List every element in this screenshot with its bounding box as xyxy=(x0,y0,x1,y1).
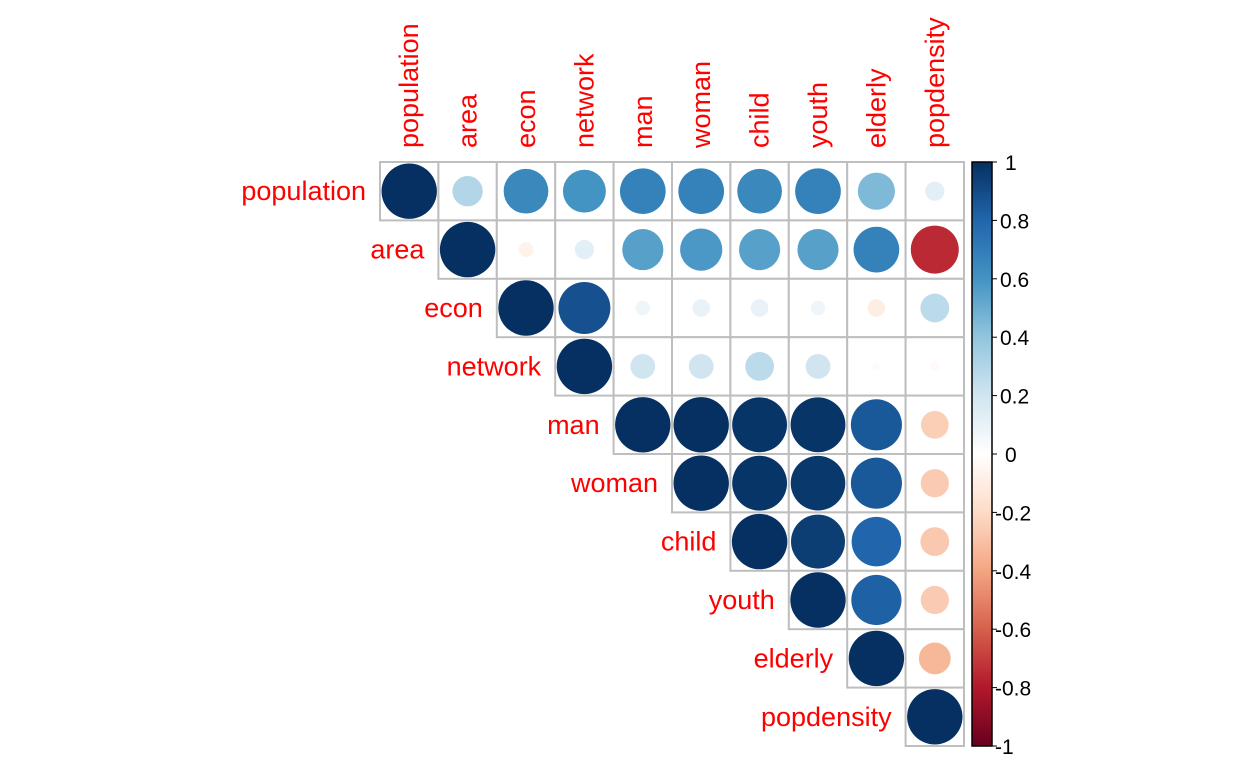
col-label-youth: youth xyxy=(803,82,833,148)
colorbar-tick-label: 0.4 xyxy=(1000,327,1030,350)
column-labels: population area econ network man woman child yo… xyxy=(394,17,950,149)
corr-circle-econ-popdensity xyxy=(920,293,950,323)
corr-circle-population-elderly xyxy=(857,172,895,210)
corr-circle-population-population xyxy=(381,163,437,219)
corr-circle-population-popdensity xyxy=(925,181,945,201)
colorbar-tick-label: -0.6 xyxy=(995,619,1031,642)
corr-circle-area-woman xyxy=(680,228,723,271)
colorbar-tick-label: 0.2 xyxy=(1000,386,1029,409)
colorbar: 1 0.8 0.6 0.4 0.2 0 -0.2 -0.4 -0.6 -0.8 -1 xyxy=(971,152,1032,759)
row-label-woman: woman xyxy=(570,468,658,498)
row-label-popdensity: popdensity xyxy=(761,702,892,732)
corr-circle-econ-woman xyxy=(692,299,710,317)
corr-circle-man-popdensity xyxy=(920,410,949,439)
corr-circle-child-youth xyxy=(791,514,845,569)
col-label-popdensity: popdensity xyxy=(920,17,950,148)
corr-circle-area-area xyxy=(439,221,496,278)
corr-circle-woman-popdensity xyxy=(920,469,949,498)
corr-circle-econ-econ xyxy=(498,280,554,336)
colorbar-ticks: 1 0.8 0.6 0.4 0.2 0 -0.2 -0.4 -0.6 -0.8 -1 xyxy=(992,152,1032,759)
corr-circle-elderly-popdensity xyxy=(918,642,951,675)
corr-circle-econ-network xyxy=(558,282,611,334)
colorbar-tick-label: 0 xyxy=(1005,444,1017,467)
corr-circle-area-youth xyxy=(797,229,839,271)
corr-circle-man-child xyxy=(732,397,788,453)
row-label-elderly: elderly xyxy=(754,643,834,673)
corr-circle-area-man xyxy=(622,229,664,271)
corr-circle-man-man xyxy=(615,397,671,453)
corr-circle-population-network xyxy=(562,169,606,213)
corr-circle-network-network xyxy=(556,338,613,395)
corr-circle-econ-youth xyxy=(810,300,826,316)
col-label-econ: econ xyxy=(511,89,541,148)
row-label-youth: youth xyxy=(709,585,775,615)
row-label-network: network xyxy=(447,351,542,381)
colorbar-tick-label: -0.8 xyxy=(995,678,1031,701)
colorbar-tick-label: 1 xyxy=(1005,152,1017,175)
col-label-population: population xyxy=(394,23,424,148)
colorbar-gradient xyxy=(971,161,993,747)
corr-circle-network-youth xyxy=(805,354,831,379)
col-label-woman: woman xyxy=(686,61,716,149)
corr-circle-econ-man xyxy=(635,300,651,316)
corr-circle-econ-elderly xyxy=(867,299,886,317)
corr-circle-network-child xyxy=(745,352,774,381)
corr-circle-child-popdensity xyxy=(920,527,950,556)
corr-circle-econ-child xyxy=(750,299,769,317)
corr-circle-area-econ xyxy=(518,242,534,257)
col-label-elderly: elderly xyxy=(861,68,891,148)
corr-circle-network-elderly xyxy=(872,362,881,371)
corr-circle-youth-popdensity xyxy=(920,585,949,615)
corr-circle-popdensity-popdensity xyxy=(907,689,963,745)
corr-circle-area-child xyxy=(739,229,781,271)
corr-circle-area-network xyxy=(574,240,595,260)
corr-circle-woman-elderly xyxy=(850,457,902,509)
col-label-child: child xyxy=(745,92,775,148)
corr-circle-area-popdensity xyxy=(910,225,959,274)
corr-circle-population-youth xyxy=(795,168,841,215)
correlation-plot: populationareaeconnetworkmanwomanchildyo… xyxy=(241,17,1032,759)
col-label-network: network xyxy=(569,53,599,148)
corr-circle-man-youth xyxy=(790,397,846,453)
row-label-population: population xyxy=(241,176,366,206)
corr-circle-woman-child xyxy=(732,455,788,511)
corr-circle-youth-elderly xyxy=(851,574,902,626)
corr-circle-man-elderly xyxy=(850,399,902,451)
corr-circle-elderly-elderly xyxy=(848,630,905,687)
colorbar-tick-label: -0.4 xyxy=(995,561,1032,584)
row-label-area: area xyxy=(370,235,425,265)
corr-circle-youth-youth xyxy=(790,572,846,628)
row-label-man: man xyxy=(547,410,600,440)
row-label-child: child xyxy=(661,527,717,557)
row-label-econ: econ xyxy=(424,293,483,323)
corr-circle-area-elderly xyxy=(853,226,900,273)
corr-circle-woman-youth xyxy=(790,455,846,511)
colorbar-tick-label: 0.6 xyxy=(1000,269,1029,292)
corr-circle-network-popdensity xyxy=(930,361,940,372)
colorbar-tick-label: 0.8 xyxy=(1000,210,1029,233)
corr-circle-population-woman xyxy=(678,168,725,215)
corr-circle-network-woman xyxy=(688,354,714,379)
corr-circle-man-woman xyxy=(673,397,729,453)
colorbar-tick-label: -0.2 xyxy=(995,502,1031,525)
col-label-man: man xyxy=(628,95,658,148)
corr-circle-population-man xyxy=(619,168,666,215)
col-label-area: area xyxy=(453,93,483,148)
corr-circle-network-man xyxy=(630,354,656,379)
colorbar-tick-label: -1 xyxy=(995,736,1014,759)
corr-circle-woman-woman xyxy=(673,455,729,511)
corr-circle-population-child xyxy=(737,168,782,214)
corr-circle-population-area xyxy=(452,176,483,207)
corr-circle-child-elderly xyxy=(851,516,902,567)
corr-circle-child-child xyxy=(731,513,788,570)
corr-circle-population-econ xyxy=(503,168,549,214)
